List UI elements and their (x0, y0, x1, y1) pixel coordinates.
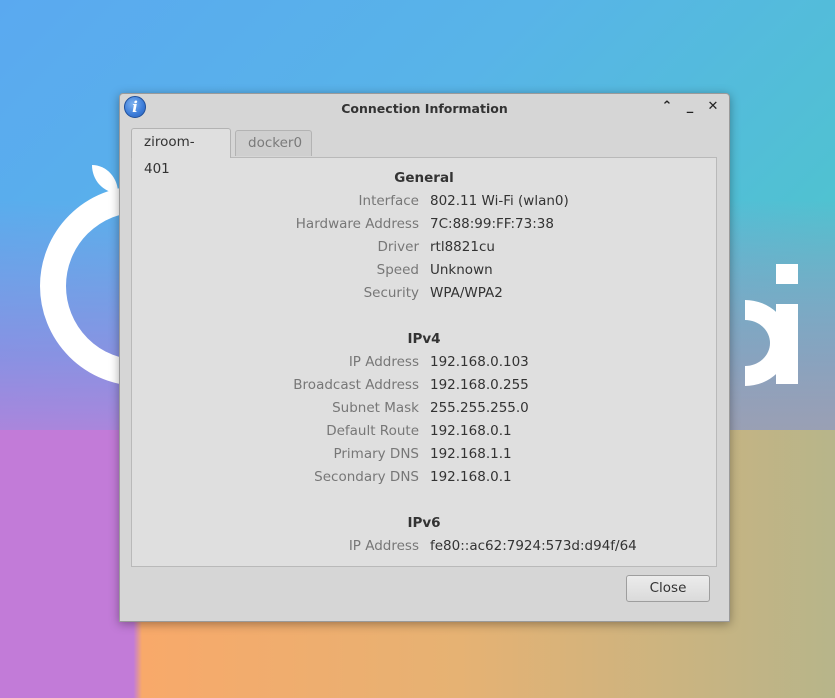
detail-label: IP Address (348, 538, 419, 554)
wallpaper-logo-leaf (92, 165, 118, 193)
minimize-button[interactable]: _ (683, 100, 697, 114)
maximize-button[interactable]: ⌃ (660, 100, 674, 114)
detail-label: Default Route (326, 423, 419, 439)
detail-row: Subnet Mask 255.255.255.0 (132, 400, 716, 420)
detail-row: Default Route 192.168.0.1 (132, 423, 716, 443)
detail-value: fe80::ac62:7924:573d:d94f/64 (430, 538, 637, 554)
close-window-button[interactable]: ✕ (706, 100, 720, 114)
window-title: Connection Information (341, 101, 508, 116)
detail-value: 802.11 Wi-Fi (wlan0) (430, 193, 569, 209)
detail-row: Hardware Address 7C:88:99:FF:73:38 (132, 216, 716, 236)
detail-row: Broadcast Address 192.168.0.255 (132, 377, 716, 397)
detail-label: Hardware Address (295, 216, 419, 232)
detail-value: 7C:88:99:FF:73:38 (430, 216, 554, 232)
wallpaper-logo-letter-i-dot (776, 264, 798, 284)
wallpaper-logo-letter-i (776, 304, 798, 384)
detail-row: Driver rtl8821cu (132, 239, 716, 259)
connection-info-dialog: i Connection Information ⌃ _ ✕ ziroom-40… (119, 93, 730, 622)
section-title-general: General (394, 170, 454, 186)
detail-label: IP Address (348, 354, 419, 370)
detail-row: IP Address fe80::ac62:7924:573d:d94f/64 (132, 538, 716, 558)
detail-label: Interface (358, 193, 419, 209)
detail-label: Broadcast Address (293, 377, 419, 393)
detail-label: Subnet Mask (332, 400, 419, 416)
detail-value: 192.168.0.1 (430, 423, 512, 439)
detail-label: Security (363, 285, 419, 301)
close-button[interactable]: Close (626, 575, 710, 602)
detail-value: 255.255.255.0 (430, 400, 529, 416)
detail-label: Secondary DNS (314, 469, 419, 485)
detail-value: rtl8821cu (430, 239, 495, 255)
detail-value: 192.168.0.255 (430, 377, 529, 393)
detail-row: Speed Unknown (132, 262, 716, 282)
detail-row: Primary DNS 192.168.1.1 (132, 446, 716, 466)
tab-ziroom-401[interactable]: ziroom-401 (131, 128, 231, 177)
connection-details-panel: General Interface 802.11 Wi-Fi (wlan0) H… (131, 157, 717, 567)
detail-value: 192.168.0.103 (430, 354, 529, 370)
detail-label: Primary DNS (333, 446, 419, 462)
detail-value: Unknown (430, 262, 493, 278)
detail-row: Interface 802.11 Wi-Fi (wlan0) (132, 193, 716, 213)
titlebar[interactable]: i Connection Information ⌃ _ ✕ (120, 94, 729, 122)
detail-value: 192.168.1.1 (430, 446, 512, 462)
detail-row: IP Address 192.168.0.103 (132, 354, 716, 374)
section-title-ipv6: IPv6 (407, 515, 441, 531)
detail-label: Speed (376, 262, 419, 278)
detail-label: Driver (377, 239, 419, 255)
tab-docker0[interactable]: docker0 (235, 130, 312, 156)
detail-value: WPA/WPA2 (430, 285, 503, 301)
detail-row: Secondary DNS 192.168.0.1 (132, 469, 716, 489)
detail-row: Security WPA/WPA2 (132, 285, 716, 305)
section-title-ipv4: IPv4 (407, 331, 441, 347)
detail-value: 192.168.0.1 (430, 469, 512, 485)
